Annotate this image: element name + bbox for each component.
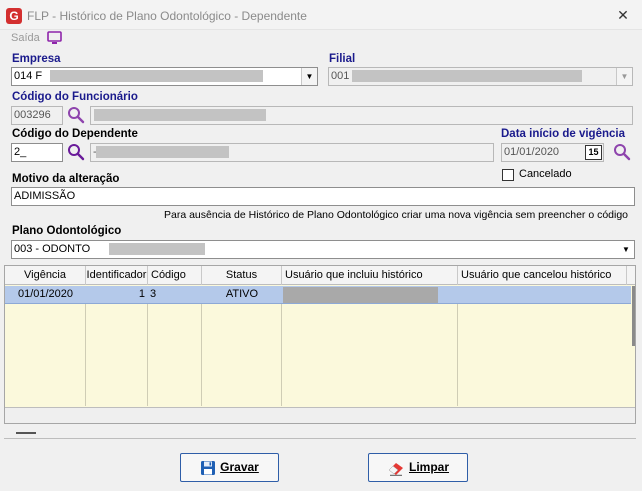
codigo-funcionario-input[interactable]: 003296 xyxy=(11,106,63,125)
eraser-icon xyxy=(388,462,403,476)
col-header-vigencia[interactable]: Vigência xyxy=(5,266,86,285)
column-divider xyxy=(457,304,458,406)
table-row[interactable]: 01/01/2020 1 3 ATIVO xyxy=(5,286,631,304)
hint-text: Para ausência de Histórico de Plano Odon… xyxy=(164,209,629,221)
save-icon xyxy=(201,460,216,475)
empresa-label: Empresa xyxy=(12,53,61,65)
saida-label[interactable]: Saída xyxy=(11,32,40,44)
data-inicio-value: 01/01/2020 xyxy=(504,146,560,158)
window-title: FLP - Histórico de Plano Odontológico - … xyxy=(27,9,307,23)
collapse-handle[interactable] xyxy=(16,432,36,434)
app-logo: G xyxy=(6,8,22,24)
filial-dropdown-arrow-icon[interactable]: ▼ xyxy=(616,68,632,85)
redacted-text xyxy=(96,146,229,158)
plano-value: 003 - ODONTO xyxy=(14,243,91,255)
plano-select[interactable]: 003 - ODONTO xyxy=(11,240,635,259)
limpar-button[interactable]: Limpar xyxy=(368,453,468,482)
cell-identificador: 1 xyxy=(138,288,145,300)
column-divider xyxy=(201,304,202,406)
close-button[interactable]: ✕ xyxy=(610,5,636,25)
codigo-dependente-input[interactable]: 2_ xyxy=(11,143,63,162)
column-divider xyxy=(147,304,148,406)
empresa-dropdown-arrow-icon[interactable]: ▼ xyxy=(301,68,317,85)
column-divider xyxy=(281,304,282,406)
grid-header: Vigência Identificador Código Status Usu… xyxy=(5,266,635,285)
cancelado-label: Cancelado xyxy=(519,168,572,180)
cell-status: ATIVO xyxy=(225,288,259,300)
col-header-status[interactable]: Status xyxy=(202,266,282,285)
codigo-dependente-label: Código do Dependente xyxy=(12,128,138,140)
cancelado-checkbox[interactable] xyxy=(502,169,514,181)
data-inicio-label: Data início de vigência xyxy=(501,128,625,140)
redacted-text xyxy=(50,70,263,82)
search-funcionario-icon[interactable] xyxy=(67,106,85,124)
gravar-button[interactable]: Gravar xyxy=(180,453,279,482)
col-header-usuario-cancelou[interactable]: Usuário que cancelou histórico xyxy=(458,266,627,285)
empresa-value: 014 F xyxy=(14,70,43,82)
cell-vigencia: 01/01/2020 xyxy=(17,288,74,300)
col-header-identificador[interactable]: Identificador xyxy=(86,266,148,285)
column-divider xyxy=(85,304,86,406)
gravar-label: Gravar xyxy=(220,460,259,474)
redacted-text xyxy=(109,243,205,255)
plano-label: Plano Odontológico xyxy=(12,225,122,237)
calendar-icon[interactable]: 15 xyxy=(585,145,602,160)
redacted-text xyxy=(94,109,266,121)
plano-dropdown-arrow-icon[interactable]: ▼ xyxy=(618,241,634,258)
cell-codigo: 3 xyxy=(150,288,157,300)
cell-usuario-cancelou xyxy=(458,286,627,303)
search-dependente-icon[interactable] xyxy=(67,143,85,161)
col-header-codigo[interactable]: Código xyxy=(148,266,202,285)
grid-footer xyxy=(5,407,635,423)
col-header-usuario-incluiu[interactable]: Usuário que incluiu histórico xyxy=(282,266,458,285)
motivo-label: Motivo da alteração xyxy=(12,173,120,185)
search-vigencia-icon[interactable] xyxy=(613,143,631,161)
filial-label: Filial xyxy=(329,53,356,65)
history-grid[interactable]: Vigência Identificador Código Status Usu… xyxy=(4,265,636,424)
status-strip xyxy=(4,425,636,439)
motivo-input[interactable]: ADIMISSÃO xyxy=(11,187,635,206)
grid-scrollbar[interactable] xyxy=(632,286,635,346)
monitor-icon[interactable] xyxy=(47,31,62,45)
limpar-label: Limpar xyxy=(408,460,449,474)
redacted-text xyxy=(283,287,438,303)
codigo-funcionario-label: Código do Funcionário xyxy=(12,91,138,103)
filial-value: 001 xyxy=(331,70,350,82)
redacted-text xyxy=(352,70,582,82)
